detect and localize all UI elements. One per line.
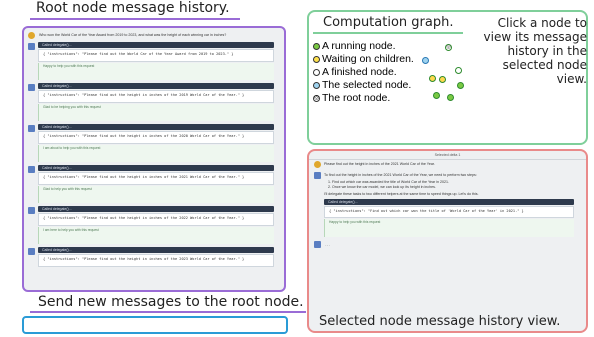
assistant-avatar <box>28 43 35 50</box>
assistant-avatar <box>28 84 35 91</box>
send-messages-annotation: Send new messages to the root node. <box>38 294 304 310</box>
selected-node-header: Selected delta 1 <box>434 153 461 157</box>
assistant-avatar <box>314 172 321 179</box>
root-history-annotation: Root node message history. <box>36 0 230 16</box>
send-underline <box>30 311 306 313</box>
root-tool-call-args: { "instructions": "Please find out the h… <box>38 131 274 144</box>
root-tool-reply: Glad to be helping you with this request <box>38 104 274 121</box>
legend-label: The selected node. <box>322 79 412 91</box>
legend-item: The selected node. <box>313 79 414 92</box>
legend: A running node. Waiting on children. A fin… <box>313 40 414 105</box>
root-tool-call-header[interactable]: Called delegate()... <box>38 42 274 48</box>
legend-item: ◎ The root node. <box>313 92 414 105</box>
status-dot-icon <box>313 55 320 63</box>
user-avatar <box>314 161 321 168</box>
root-tool-call-header[interactable]: Called delegate()... <box>38 247 274 253</box>
selected-delegate-note: I'll delegate these tasks to two differe… <box>324 192 479 196</box>
root-message-input[interactable] <box>22 316 288 334</box>
root-tool-reply: Glad to help you with this request <box>38 186 274 203</box>
selected-step-2: 2. Once we know the car model, we can lo… <box>328 185 436 189</box>
click-hint-text: Click a node to view its message history… <box>483 16 587 86</box>
selected-user-message: Please find out the height in inches of … <box>324 162 435 166</box>
legend-label: The root node. <box>322 92 391 104</box>
root-tool-reply: I am here to help you with this request <box>38 227 274 244</box>
assistant-avatar <box>28 248 35 255</box>
status-dot-icon <box>313 68 320 76</box>
graph-node-child-7[interactable] <box>447 94 454 101</box>
graph-title-underline <box>313 32 463 34</box>
legend-item: A finished node. <box>313 66 414 79</box>
status-dot-icon <box>313 42 320 50</box>
typing-indicator: ··· <box>325 243 330 249</box>
status-dot-icon <box>313 81 320 89</box>
assistant-avatar <box>28 166 35 173</box>
legend-label: A finished node. <box>322 66 397 78</box>
computation-graph-pane[interactable]: Computation graph. Click a node to view … <box>307 10 588 145</box>
root-user-question: Who won the World Car of the Year Award … <box>39 33 227 37</box>
graph-node-child-2[interactable] <box>455 67 462 74</box>
root-history-pane[interactable]: Who won the World Car of the Year Award … <box>22 26 286 292</box>
root-tool-call-header[interactable]: Called delegate()... <box>38 83 274 89</box>
graph-node-root[interactable]: ◎ <box>445 44 452 51</box>
root-user-message: Who won the World Car of the Year Award … <box>28 31 282 41</box>
selected-tool-call-args: { "instructions": "Find out which car wo… <box>324 206 574 218</box>
root-tool-reply: Happy to help you with this request <box>38 63 274 80</box>
user-avatar <box>28 32 35 39</box>
assistant-avatar <box>28 207 35 214</box>
graph-node-child-6[interactable] <box>433 92 440 99</box>
root-tool-call-args: { "instructions": "Please find out the W… <box>38 49 274 62</box>
selected-tool-reply: Happy to help you with this request <box>324 219 574 237</box>
selected-assistant-intro: To find out the height in inches of the … <box>324 173 477 177</box>
legend-label: Waiting on children. <box>322 53 414 65</box>
computation-graph-title: Computation graph. <box>323 15 454 30</box>
graph-node-child-4[interactable] <box>439 76 446 83</box>
selected-history-annotation: Selected node message history view. <box>319 314 561 329</box>
legend-label: A running node. <box>322 40 396 52</box>
root-tool-call-args: { "instructions": "Please find out the h… <box>38 90 274 103</box>
assistant-avatar <box>28 125 35 132</box>
legend-item: A running node. <box>313 40 414 53</box>
root-node-icon: ◎ <box>313 94 320 102</box>
root-tool-call-header[interactable]: Called delegate()... <box>38 165 274 171</box>
root-tool-call-args: { "instructions": "Please find out the h… <box>38 172 274 185</box>
root-tool-reply: I am about to help you with this request <box>38 145 274 162</box>
legend-item: Waiting on children. <box>313 53 414 66</box>
root-tool-call-header[interactable]: Called delegate()... <box>38 124 274 130</box>
selected-step-1: 1. Find out which car was awarded the ti… <box>328 180 449 184</box>
root-tool-call-args: { "instructions": "Please find out the h… <box>38 254 274 267</box>
selected-header-divider <box>309 159 586 160</box>
selected-tool-call-header[interactable]: Called delegate()... <box>324 199 574 205</box>
root-history-underline <box>30 18 240 20</box>
assistant-avatar <box>314 241 321 248</box>
root-tool-call-header[interactable]: Called delegate()... <box>38 206 274 212</box>
graph-node-child-3[interactable] <box>429 75 436 82</box>
selected-node-pane[interactable]: Selected delta 1 Please find out the hei… <box>307 149 588 333</box>
graph-node-child-1[interactable] <box>422 57 429 64</box>
root-tool-call-args: { "instructions": "Please find out the h… <box>38 213 274 226</box>
graph-node-child-5[interactable] <box>457 82 464 89</box>
